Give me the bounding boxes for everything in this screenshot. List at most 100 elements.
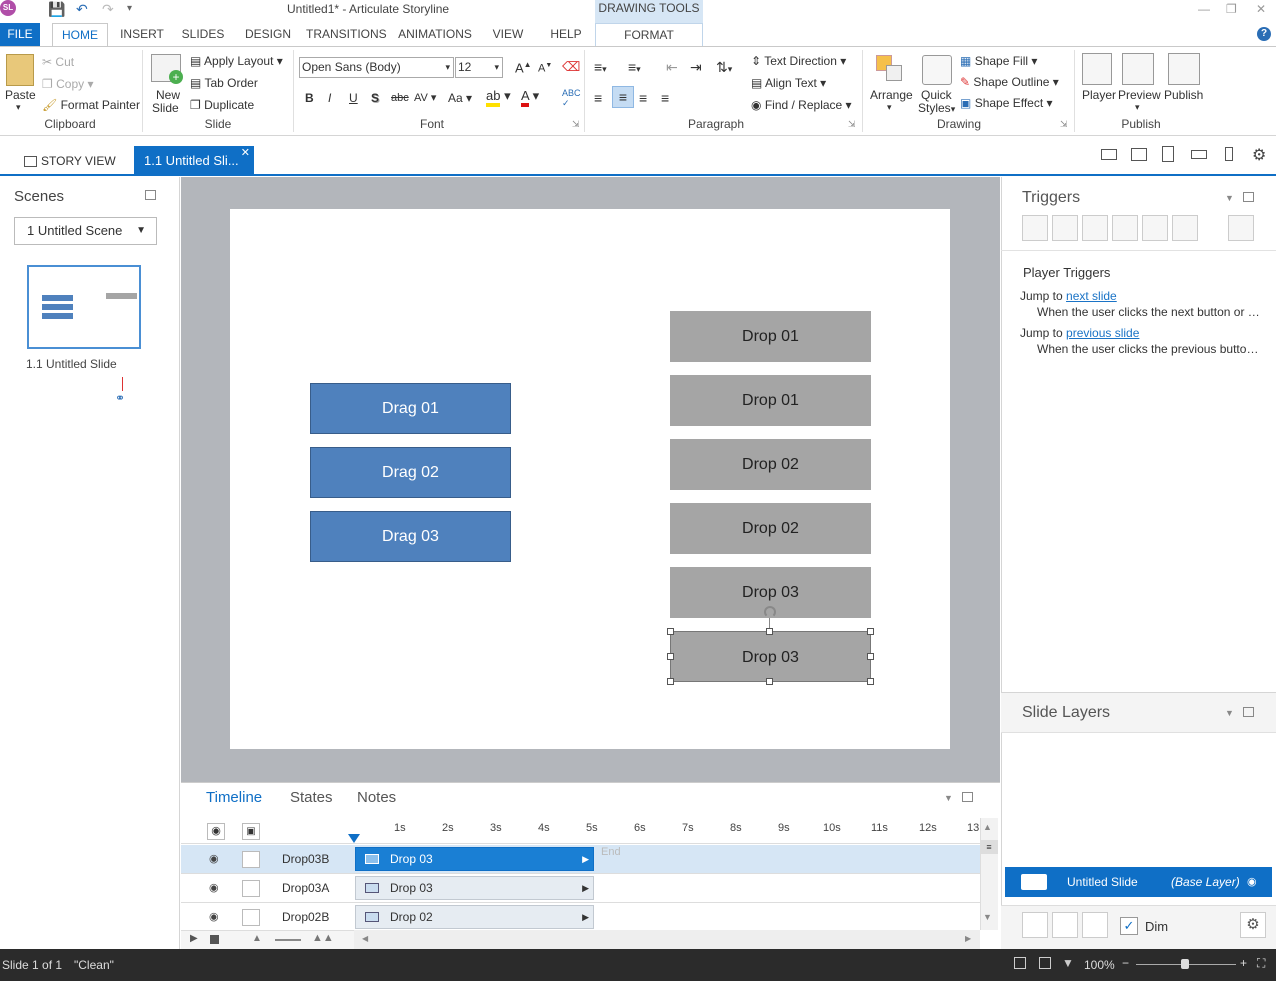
playhead-icon[interactable] [348, 834, 360, 843]
copy-button[interactable]: ❐ Copy ▾ [42, 77, 93, 91]
align-center-icon[interactable]: ≡ [612, 86, 634, 108]
character-spacing-button[interactable]: AV ▾ [414, 91, 436, 104]
drag-02-shape[interactable]: Drag 02 [310, 447, 511, 498]
new-slide-label-2[interactable]: Slide [152, 101, 179, 115]
timeline-zoom-slider[interactable] [275, 939, 301, 941]
tab-order-button[interactable]: ▤ Tab Order [190, 76, 258, 90]
move-up-icon[interactable] [1172, 215, 1198, 241]
shadow-button[interactable]: S [371, 91, 379, 105]
change-case-button[interactable]: Aa ▾ [448, 91, 472, 105]
grow-font-icon[interactable]: A▲ [515, 60, 532, 75]
clear-formatting-icon[interactable]: ⌫ [562, 59, 580, 75]
zoom-out-button[interactable]: − [1122, 956, 1129, 970]
phone-landscape-icon[interactable] [1191, 150, 1207, 159]
italic-button[interactable]: I [328, 91, 331, 105]
scroll-down-icon[interactable]: ▼ [983, 912, 992, 922]
lock-checkbox[interactable] [242, 909, 260, 926]
undo-icon[interactable]: ↶ [76, 1, 88, 17]
drop-03b-shape[interactable]: Drop 03 [670, 631, 871, 682]
tab-help[interactable]: HELP [544, 23, 588, 46]
paste-trigger-icon[interactable] [1112, 215, 1138, 241]
arrange-icon[interactable] [876, 55, 904, 83]
tab-slides[interactable]: SLIDES [178, 23, 228, 46]
underline-button[interactable]: U [349, 91, 358, 105]
preview-icon[interactable] [1122, 53, 1154, 85]
publish-icon[interactable] [1168, 53, 1200, 85]
tab-file[interactable]: FILE [0, 23, 40, 46]
zoom-out-icon[interactable]: ▲▲ [312, 932, 334, 944]
new-layer-icon[interactable] [1022, 912, 1048, 938]
dialog-launcher-icon[interactable]: ⇲ [572, 119, 580, 130]
trigger-item[interactable]: Jump to previous slide [1020, 326, 1139, 340]
scene-select[interactable]: 1 Untitled Scene ▼ [14, 217, 157, 245]
layer-properties-gear-icon[interactable]: ⚙ [1240, 912, 1266, 938]
end-marker[interactable]: End [601, 846, 621, 858]
eye-icon[interactable]: ◉ [1247, 867, 1257, 897]
timeline-row[interactable]: ◉ Drop02B Drop 02 ▶ [181, 903, 980, 932]
normal-view-icon[interactable] [1039, 957, 1051, 969]
scroll-up-icon[interactable]: ▲ [983, 822, 992, 832]
publish-button[interactable]: Publish [1164, 88, 1203, 102]
format-painter-button[interactable]: 🖌 Format Painter [42, 98, 140, 112]
tab-design[interactable]: DESIGN [240, 23, 296, 46]
desktop-view-icon[interactable] [1101, 149, 1117, 160]
tab-animations[interactable]: ANIMATIONS [396, 23, 474, 46]
redo-icon[interactable]: ↷ [102, 1, 114, 17]
chevron-down-icon[interactable]: ▼ [1225, 708, 1234, 718]
stop-icon[interactable] [210, 935, 219, 944]
align-left-icon[interactable]: ≡ [594, 90, 602, 106]
shrink-font-icon[interactable]: A▼ [538, 62, 552, 75]
manage-project-variables-icon[interactable] [1228, 215, 1254, 241]
resize-handle[interactable] [667, 628, 674, 635]
play-icon[interactable]: ▶ [190, 933, 198, 944]
resize-handle[interactable] [867, 628, 874, 635]
resize-handle[interactable] [766, 628, 773, 635]
bold-button[interactable]: B [305, 91, 314, 105]
paste-icon[interactable] [6, 54, 34, 86]
undock-icon[interactable] [962, 792, 973, 802]
zoom-slider-thumb[interactable] [1181, 959, 1189, 969]
show-all-eye-icon[interactable]: ◉ [207, 823, 225, 840]
resize-handle[interactable] [667, 678, 674, 685]
timeline-horizontal-scrollbar[interactable] [354, 930, 980, 949]
decrease-indent-icon[interactable]: ⇤ [666, 59, 678, 76]
zoom-in-button[interactable]: + [1240, 956, 1247, 970]
strikethrough-button[interactable]: abc [391, 92, 409, 104]
quick-styles-label-2[interactable]: Styles▾ [918, 101, 955, 115]
player-icon[interactable] [1082, 53, 1112, 85]
chevron-down-icon[interactable]: ▼ [1225, 193, 1234, 203]
numbering-button[interactable]: ≡▾ [628, 59, 641, 75]
resize-handle[interactable] [667, 653, 674, 660]
timeline-ruler[interactable]: 1s 2s 3s 4s 5s 6s 7s 8s 9s 10s 11s 12s 1… [348, 818, 980, 844]
zoom-in-icon[interactable]: ▲ [252, 933, 262, 944]
duplicate-button[interactable]: ❐ Duplicate [190, 98, 254, 112]
delete-trigger-icon[interactable] [1142, 215, 1168, 241]
text-direction-button[interactable]: ⇕ Text Direction ▾ [751, 54, 846, 68]
lock-checkbox[interactable] [242, 880, 260, 897]
phone-portrait-icon[interactable] [1225, 147, 1233, 161]
lock-checkbox[interactable] [242, 851, 260, 868]
resize-handle[interactable] [867, 653, 874, 660]
line-spacing-button[interactable]: ⇅▾ [716, 59, 732, 76]
chevron-down-icon[interactable]: ▼ [944, 793, 953, 803]
resize-handle[interactable] [766, 678, 773, 685]
tab-format[interactable]: FORMAT [595, 23, 703, 46]
tab-slide[interactable]: 1.1 Untitled Sli... ✕ [134, 146, 254, 176]
drop-02-shape[interactable]: Drop 02 [670, 439, 871, 490]
undock-icon[interactable] [145, 190, 156, 200]
timeline-row[interactable]: ◉ Drop03A Drop 03 ▶ [181, 874, 980, 903]
increase-indent-icon[interactable]: ⇥ [690, 59, 702, 76]
font-size-select[interactable]: 12 ▾ [455, 57, 503, 78]
font-family-select[interactable]: Open Sans (Body) ▾ [299, 57, 454, 78]
trigger-item[interactable]: Jump to next slide [1020, 289, 1117, 303]
paste-dropdown-icon[interactable]: ▾ [16, 102, 21, 113]
preview-dropdown-icon[interactable]: ▾ [1135, 102, 1140, 113]
undock-icon[interactable] [1243, 192, 1254, 202]
dialog-launcher-icon[interactable]: ⇲ [848, 119, 856, 130]
tablet-landscape-icon[interactable] [1131, 148, 1147, 161]
edit-trigger-icon[interactable] [1052, 215, 1078, 241]
scroll-left-icon[interactable]: ◀ [362, 934, 368, 943]
tab-home[interactable]: HOME [52, 23, 108, 46]
tab-story-view[interactable]: STORY VIEW [14, 148, 132, 174]
eye-icon[interactable]: ◉ [209, 853, 221, 865]
